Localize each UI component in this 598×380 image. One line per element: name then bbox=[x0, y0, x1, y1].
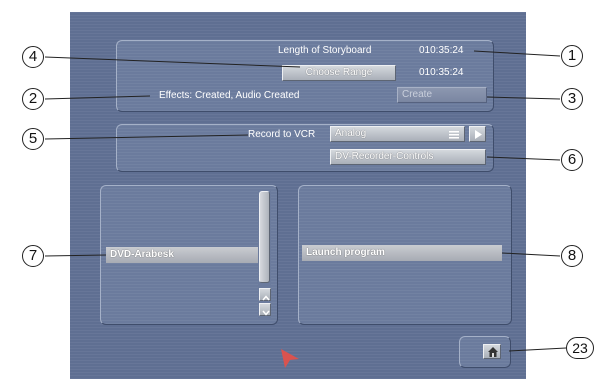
callout-leader-lines bbox=[44, 50, 567, 352]
callout-1: 1 bbox=[561, 45, 583, 67]
callout-3: 3 bbox=[561, 88, 583, 110]
callout-23: 23 bbox=[566, 337, 594, 359]
callout-6: 6 bbox=[561, 149, 583, 171]
callout-5: 5 bbox=[22, 128, 44, 150]
callout-8: 8 bbox=[561, 245, 583, 267]
callout-4: 4 bbox=[22, 46, 44, 68]
callout-2: 2 bbox=[22, 88, 44, 110]
callout-7: 7 bbox=[22, 245, 44, 267]
